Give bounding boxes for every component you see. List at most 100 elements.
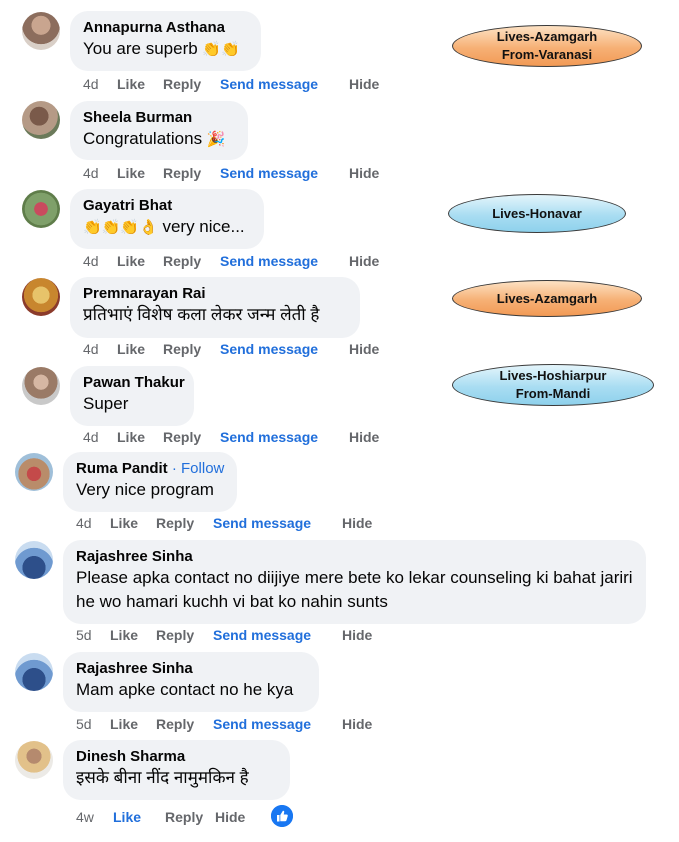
avatar[interactable] bbox=[15, 541, 53, 579]
like-button[interactable]: Like bbox=[110, 626, 156, 644]
send-message-button[interactable]: Send message bbox=[213, 514, 342, 532]
comment-text: Congratulations bbox=[83, 129, 203, 148]
send-message-button[interactable]: Send message bbox=[220, 75, 349, 93]
send-message-button[interactable]: Send message bbox=[220, 252, 349, 270]
comment-bubble: Premnarayan Rai प्रतिभाएं विशेष कला लेकर… bbox=[70, 277, 360, 338]
comment-text: You are superb bbox=[83, 39, 198, 58]
reply-button[interactable]: Reply bbox=[163, 428, 220, 446]
avatar[interactable] bbox=[15, 741, 53, 779]
comment-bubble: Annapurna Asthana You are superb 👏👏 bbox=[70, 11, 261, 71]
comment-bubble: Rajashree Sinha Please apka contact no d… bbox=[63, 540, 646, 624]
commenter-name[interactable]: Gayatri Bhat bbox=[83, 196, 252, 215]
hide-button[interactable]: Hide bbox=[342, 514, 372, 532]
timestamp[interactable]: 5d bbox=[76, 715, 110, 733]
comment-text: इसके बीना नींद नामुमकिन है bbox=[76, 768, 249, 787]
commenter-name[interactable]: Dinesh Sharma bbox=[76, 747, 278, 766]
timestamp[interactable]: 4d bbox=[83, 164, 117, 182]
location-tag-line: Lives-Honavar bbox=[492, 205, 582, 221]
commenter-name[interactable]: Sheela Burman bbox=[83, 108, 236, 127]
reply-button[interactable]: Reply bbox=[165, 808, 215, 826]
hide-button[interactable]: Hide bbox=[342, 626, 372, 644]
like-button[interactable]: Like bbox=[110, 715, 156, 733]
comment-bubble: Sheela Burman Congratulations 🎉 bbox=[70, 101, 248, 160]
reply-button[interactable]: Reply bbox=[163, 75, 220, 93]
hide-button[interactable]: Hide bbox=[349, 340, 379, 358]
thumbs-up-icon bbox=[271, 805, 293, 827]
reply-button[interactable]: Reply bbox=[156, 514, 213, 532]
comment-text: Super bbox=[83, 394, 129, 413]
avatar[interactable] bbox=[22, 278, 60, 316]
comment-actions: 4d Like Reply Send message Hide bbox=[76, 514, 372, 532]
location-tag: Lives-Azamgarh From-Varanasi bbox=[452, 25, 642, 67]
like-button[interactable]: Like bbox=[117, 75, 163, 93]
reply-button[interactable]: Reply bbox=[163, 340, 220, 358]
hide-button[interactable]: Hide bbox=[349, 252, 379, 270]
reply-button[interactable]: Reply bbox=[156, 715, 213, 733]
like-button[interactable]: Like bbox=[117, 164, 163, 182]
timestamp[interactable]: 5d bbox=[76, 626, 110, 644]
reply-button[interactable]: Reply bbox=[163, 164, 220, 182]
commenter-name[interactable]: Rajashree Sinha bbox=[76, 659, 307, 678]
commenter-name[interactable]: Rajashree Sinha bbox=[76, 547, 634, 566]
follow-link[interactable]: · Follow bbox=[172, 460, 225, 477]
location-tag-line: From-Mandi bbox=[515, 386, 591, 401]
comment-bubble: Rajashree Sinha Mam apke contact no he k… bbox=[63, 652, 319, 712]
comment-bubble: Ruma Pandit · Follow Very nice program bbox=[63, 452, 237, 512]
location-tag-line: Lives-Azamgarh bbox=[496, 29, 598, 44]
timestamp[interactable]: 4d bbox=[83, 252, 117, 270]
send-message-button[interactable]: Send message bbox=[220, 340, 349, 358]
comment-actions: 4d Like Reply Send message Hide bbox=[83, 428, 379, 446]
send-message-button[interactable]: Send message bbox=[220, 428, 349, 446]
send-message-button[interactable]: Send message bbox=[213, 715, 342, 733]
like-button[interactable]: Like bbox=[113, 808, 165, 826]
comment-actions: 4d Like Reply Send message Hide bbox=[83, 252, 379, 270]
like-button[interactable]: Like bbox=[117, 252, 163, 270]
hide-button[interactable]: Hide bbox=[349, 428, 379, 446]
comment-actions: 4d Like Reply Send message Hide bbox=[83, 164, 379, 182]
like-button[interactable]: Like bbox=[117, 428, 163, 446]
like-button[interactable]: Like bbox=[110, 514, 156, 532]
commenter-name[interactable]: Pawan Thakur bbox=[83, 373, 185, 392]
location-tag-line: From-Varanasi bbox=[501, 47, 593, 62]
reply-button[interactable]: Reply bbox=[163, 252, 220, 270]
hide-button[interactable]: Hide bbox=[342, 715, 372, 733]
hide-button[interactable]: Hide bbox=[349, 164, 379, 182]
clap-emoji-icon: 👏👏👏👌 bbox=[83, 218, 158, 236]
avatar[interactable] bbox=[15, 653, 53, 691]
reply-button[interactable]: Reply bbox=[156, 626, 213, 644]
timestamp[interactable]: 4d bbox=[83, 75, 117, 93]
comment-actions: 4d Like Reply Send message Hide bbox=[83, 340, 379, 358]
comment-text: प्रतिभाएं विशेष कला लेकर जन्म लेती है bbox=[83, 305, 320, 324]
comment-actions: 4d Like Reply Send message Hide bbox=[83, 75, 379, 93]
comment-text: Very nice program bbox=[76, 480, 214, 499]
comment-bubble: Dinesh Sharma इसके बीना नींद नामुमकिन है bbox=[63, 740, 290, 800]
timestamp[interactable]: 4d bbox=[83, 340, 117, 358]
location-tag-line: Lives-Hoshiarpur bbox=[499, 368, 607, 383]
hide-button[interactable]: Hide bbox=[215, 808, 245, 826]
comment-text: Please apka contact no diijiye mere bete… bbox=[76, 568, 633, 611]
like-button[interactable]: Like bbox=[117, 340, 163, 358]
comment-bubble: Pawan Thakur Super bbox=[70, 366, 194, 426]
comment-actions: 5d Like Reply Send message Hide bbox=[76, 626, 372, 644]
commenter-name[interactable]: Premnarayan Rai bbox=[83, 284, 348, 303]
send-message-button[interactable]: Send message bbox=[220, 164, 349, 182]
location-tag: Lives-Hoshiarpur From-Mandi bbox=[452, 364, 654, 406]
comment-bubble: Gayatri Bhat 👏👏👏👌 very nice... bbox=[70, 189, 264, 249]
timestamp[interactable]: 4d bbox=[76, 514, 110, 532]
hide-button[interactable]: Hide bbox=[349, 75, 379, 93]
thumbs-up-icon[interactable] bbox=[271, 805, 293, 827]
location-tag: Lives-Azamgarh bbox=[452, 280, 642, 317]
timestamp[interactable]: 4w bbox=[76, 808, 113, 826]
commenter-name[interactable]: Annapurna Asthana bbox=[83, 18, 249, 37]
avatar[interactable] bbox=[22, 367, 60, 405]
avatar[interactable] bbox=[22, 12, 60, 50]
comment-actions: 4w Like Reply Hide bbox=[76, 808, 245, 826]
timestamp[interactable]: 4d bbox=[83, 428, 117, 446]
avatar[interactable] bbox=[15, 453, 53, 491]
avatar[interactable] bbox=[22, 101, 60, 139]
avatar[interactable] bbox=[22, 190, 60, 228]
send-message-button[interactable]: Send message bbox=[213, 626, 342, 644]
location-tag-line: Lives-Azamgarh bbox=[496, 290, 598, 306]
commenter-name[interactable]: Ruma Pandit bbox=[76, 460, 168, 477]
party-popper-icon: 🎉 bbox=[206, 130, 226, 148]
